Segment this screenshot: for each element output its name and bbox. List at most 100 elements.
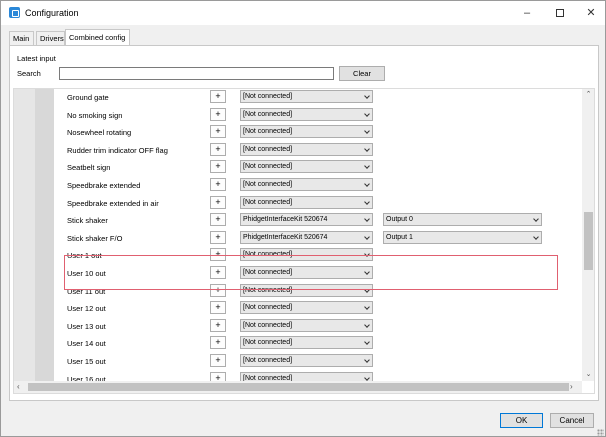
add-button[interactable]: + bbox=[210, 160, 226, 174]
device-value: [Not connected] bbox=[243, 145, 293, 153]
device-dropdown[interactable]: PhidgetInterfaceKit 520674 bbox=[240, 213, 373, 227]
minimize-icon: – bbox=[523, 7, 531, 19]
list-item: Rudder trim indicator OFF flag + [Not co… bbox=[54, 142, 582, 159]
close-button[interactable]: ✕ bbox=[575, 1, 606, 25]
device-value: [Not connected] bbox=[243, 339, 293, 347]
search-label: Search bbox=[17, 69, 41, 78]
chevron-down-icon bbox=[364, 339, 370, 346]
chevron-down-icon bbox=[364, 374, 370, 381]
chevron-down-icon bbox=[364, 110, 370, 117]
row-label: User 13 out bbox=[67, 321, 106, 331]
row-label: Speedbrake extended in air bbox=[67, 198, 159, 208]
vertical-scrollbar[interactable]: ⌃ ⌄ bbox=[582, 89, 594, 381]
list-item: No smoking sign + [Not connected] bbox=[54, 107, 582, 124]
latest-input-label: Latest input bbox=[17, 54, 56, 63]
list-item: Nosewheel rotating + [Not connected] bbox=[54, 124, 582, 141]
add-button[interactable]: + bbox=[210, 107, 226, 121]
cancel-button[interactable]: Cancel bbox=[550, 413, 594, 428]
row-label: Nosewheel rotating bbox=[67, 128, 132, 138]
resize-grip-icon[interactable] bbox=[597, 429, 604, 436]
device-dropdown[interactable]: [Not connected] bbox=[240, 354, 373, 367]
device-value: [Not connected] bbox=[243, 163, 293, 171]
chevron-down-icon bbox=[533, 233, 539, 240]
chevron-down-icon bbox=[364, 93, 370, 99]
window-title: Configuration bbox=[25, 8, 79, 18]
row-label: Seatbelt sign bbox=[67, 163, 111, 173]
chevron-down-icon bbox=[364, 128, 370, 135]
row-label: User 12 out bbox=[67, 304, 106, 314]
outputs-grid: Ground gate + [Not connected] No smoking… bbox=[13, 88, 595, 394]
search-input[interactable] bbox=[59, 67, 334, 80]
add-button[interactable]: + bbox=[210, 354, 226, 367]
row-label: No smoking sign bbox=[67, 110, 123, 120]
horizontal-scroll-thumb[interactable] bbox=[28, 383, 569, 391]
chevron-down-icon bbox=[364, 357, 370, 363]
highlight-box bbox=[64, 255, 558, 290]
device-value: PhidgetInterfaceKit 520674 bbox=[243, 216, 328, 224]
chevron-down-icon bbox=[364, 321, 370, 328]
combined-config-panel: Latest input Search Clear Ground gate + … bbox=[9, 45, 599, 401]
scroll-down-icon[interactable]: ⌄ bbox=[582, 370, 594, 380]
close-icon: ✕ bbox=[586, 7, 596, 19]
list-item: Seatbelt sign + [Not connected] bbox=[54, 159, 582, 176]
add-button[interactable]: + bbox=[210, 142, 226, 156]
device-dropdown[interactable]: [Not connected] bbox=[240, 160, 373, 174]
vertical-scroll-thumb[interactable] bbox=[584, 212, 593, 270]
grid-gutter bbox=[14, 89, 35, 381]
app-icon bbox=[9, 7, 20, 18]
chevron-down-icon bbox=[364, 181, 370, 187]
device-dropdown[interactable]: [Not connected] bbox=[240, 195, 373, 209]
grid-gutter-inner bbox=[35, 89, 54, 381]
scroll-right-icon[interactable]: › bbox=[570, 381, 580, 393]
minimize-button[interactable]: – bbox=[511, 1, 543, 25]
device-dropdown[interactable]: [Not connected] bbox=[240, 336, 373, 350]
add-button[interactable]: + bbox=[210, 213, 226, 227]
device-dropdown[interactable]: [Not connected] bbox=[240, 142, 373, 156]
device-dropdown[interactable]: [Not connected] bbox=[240, 178, 373, 191]
device-value: [Not connected] bbox=[243, 321, 293, 329]
device-dropdown[interactable]: [Not connected] bbox=[240, 301, 373, 315]
tab-combined-config[interactable]: Combined config bbox=[65, 29, 130, 45]
list-item: Stick shaker F/O + PhidgetInterfaceKit 5… bbox=[54, 230, 582, 247]
list-item: User 14 out + [Not connected] bbox=[54, 335, 582, 352]
tab-drivers[interactable]: Drivers bbox=[36, 31, 65, 45]
configuration-window: Configuration – ✕ Main Drivers Combined … bbox=[0, 0, 606, 437]
output-dropdown[interactable]: Output 1 bbox=[383, 230, 542, 244]
device-dropdown[interactable]: [Not connected] bbox=[240, 318, 373, 332]
list-item: User 12 out + [Not connected] bbox=[54, 300, 582, 317]
maximize-button[interactable] bbox=[544, 1, 576, 25]
device-dropdown[interactable]: [Not connected] bbox=[240, 125, 373, 139]
scroll-left-icon[interactable]: ‹ bbox=[17, 381, 27, 393]
ok-button[interactable]: OK bbox=[500, 413, 543, 428]
add-button[interactable]: + bbox=[210, 301, 226, 315]
list-item: Speedbrake extended in air + [Not connec… bbox=[54, 195, 582, 212]
device-dropdown[interactable]: [Not connected] bbox=[240, 107, 373, 121]
add-button[interactable]: + bbox=[210, 195, 226, 209]
scroll-up-icon[interactable]: ⌃ bbox=[582, 90, 594, 100]
device-dropdown[interactable]: [Not connected] bbox=[240, 90, 373, 103]
row-label: Stick shaker bbox=[67, 216, 108, 226]
device-value: [Not connected] bbox=[243, 304, 293, 312]
device-value: PhidgetInterfaceKit 520674 bbox=[243, 233, 328, 241]
chevron-down-icon bbox=[364, 145, 370, 152]
row-label: Ground gate bbox=[67, 93, 109, 102]
title-bar[interactable]: Configuration – ✕ bbox=[1, 1, 605, 25]
device-dropdown[interactable]: PhidgetInterfaceKit 520674 bbox=[240, 230, 373, 244]
horizontal-scrollbar[interactable]: ‹ › bbox=[14, 381, 582, 393]
add-button[interactable]: + bbox=[210, 230, 226, 244]
chevron-down-icon bbox=[364, 163, 370, 170]
add-button[interactable]: + bbox=[210, 125, 226, 139]
row-label: Speedbrake extended bbox=[67, 181, 141, 190]
add-button[interactable]: + bbox=[210, 90, 226, 103]
clear-button[interactable]: Clear bbox=[339, 66, 385, 81]
output-value: Output 1 bbox=[386, 233, 413, 241]
add-button[interactable]: + bbox=[210, 336, 226, 350]
row-label: Rudder trim indicator OFF flag bbox=[67, 145, 168, 155]
output-dropdown[interactable]: Output 0 bbox=[383, 213, 542, 227]
device-value: [Not connected] bbox=[243, 357, 293, 364]
output-value: Output 0 bbox=[386, 216, 413, 224]
tab-main[interactable]: Main bbox=[9, 31, 34, 45]
add-button[interactable]: + bbox=[210, 178, 226, 191]
add-button[interactable]: + bbox=[210, 318, 226, 332]
maximize-icon bbox=[556, 9, 564, 18]
